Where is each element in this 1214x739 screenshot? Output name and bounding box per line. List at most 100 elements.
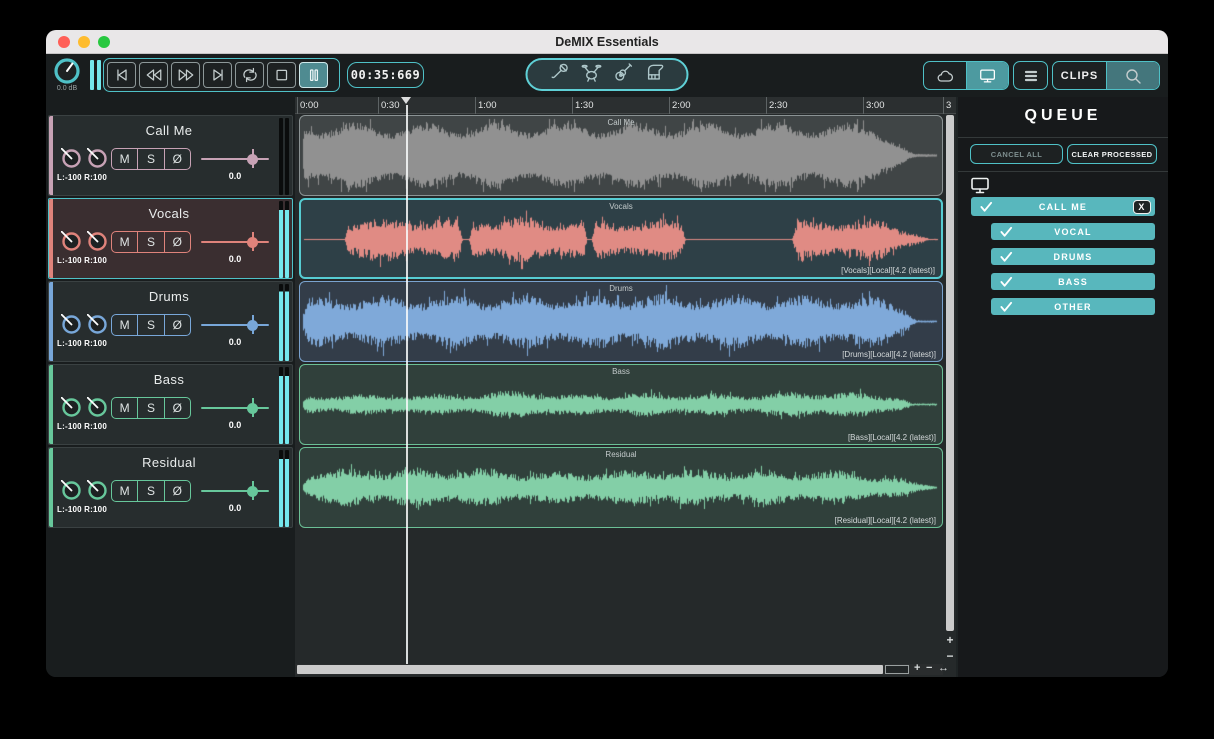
- clip-title: Vocals: [609, 202, 633, 211]
- mute-button[interactable]: M: [112, 315, 137, 335]
- clear-processed-button[interactable]: CLEAR PROCESSED: [1067, 144, 1157, 164]
- microphone-icon: [548, 61, 570, 88]
- volume-slider[interactable]: [201, 398, 269, 417]
- pan-left-knob[interactable]: [60, 396, 82, 418]
- phase-button[interactable]: Ø: [163, 315, 190, 335]
- audio-clip-bass[interactable]: Bass [Bass][Local][4.2 (latest)]: [299, 364, 943, 445]
- track-header-vocals[interactable]: Vocals M S Ø L:-100 R:100 0.0: [48, 198, 293, 279]
- volume-slider[interactable]: [201, 315, 269, 334]
- volume-slider[interactable]: [201, 481, 269, 500]
- transport-skip-start-button[interactable]: [107, 62, 136, 88]
- volume-slider[interactable]: [201, 149, 269, 168]
- time-ruler[interactable]: 0:00 0:30 1:00 1:30 2:00 2:30 3:00 3: [295, 97, 956, 114]
- audio-clip-residual[interactable]: Residual [Residual][Local][4.2 (latest)]: [299, 447, 943, 528]
- v-zoom-out-button[interactable]: −: [943, 649, 957, 663]
- pan-left-knob[interactable]: [60, 147, 82, 169]
- volume-slider[interactable]: [201, 232, 269, 251]
- transport-pause-button[interactable]: [299, 62, 328, 88]
- h-zoom-in-button[interactable]: +: [914, 662, 920, 674]
- drums-icon: [580, 61, 602, 88]
- pan-left-knob[interactable]: [60, 479, 82, 501]
- mute-button[interactable]: M: [112, 481, 137, 501]
- transport-skip-end-button[interactable]: [203, 62, 232, 88]
- pan-right-knob[interactable]: [86, 147, 108, 169]
- solo-button[interactable]: S: [137, 481, 163, 501]
- solo-button[interactable]: S: [137, 232, 163, 252]
- track-level-meters: [279, 118, 289, 195]
- pan-right-knob[interactable]: [86, 396, 108, 418]
- window-title: DeMIX Essentials: [555, 35, 659, 49]
- pan-right-knob[interactable]: [86, 479, 108, 501]
- volume-slider-thumb[interactable]: [247, 485, 258, 497]
- phase-button[interactable]: Ø: [163, 398, 190, 418]
- horizontal-scrollbar[interactable]: + − ↔: [295, 662, 949, 675]
- queue-stem-other[interactable]: OTHER: [991, 298, 1155, 315]
- transport-stop-button[interactable]: [267, 62, 296, 88]
- volume-slider-thumb[interactable]: [247, 402, 258, 414]
- mute-button[interactable]: M: [112, 398, 137, 418]
- volume-slider-thumb[interactable]: [247, 153, 258, 165]
- mute-button[interactable]: M: [112, 149, 137, 169]
- track-header-drums[interactable]: Drums M S Ø L:-100 R:100 0.0: [48, 281, 293, 362]
- ruler-tick: 3: [943, 97, 951, 114]
- ruler-tick: 2:30: [766, 97, 788, 114]
- volume-slider-thumb[interactable]: [247, 236, 258, 248]
- transport-fast-forward-button[interactable]: [171, 62, 200, 88]
- transport-loop-button[interactable]: [235, 62, 264, 88]
- audio-clip-vocals[interactable]: Vocals [Vocals][Local][4.2 (latest)]: [299, 198, 943, 279]
- playhead-line[interactable]: [406, 105, 408, 664]
- computer-icon: [979, 68, 995, 83]
- phase-button[interactable]: Ø: [163, 149, 190, 169]
- transport-rewind-button[interactable]: [139, 62, 168, 88]
- search-button[interactable]: [1106, 62, 1159, 89]
- pan-right-knob[interactable]: [86, 230, 108, 252]
- queue-stem-bass[interactable]: BASS: [991, 273, 1155, 290]
- phase-button[interactable]: Ø: [163, 232, 190, 252]
- v-zoom-in-button[interactable]: +: [943, 633, 957, 647]
- clip-title: Bass: [612, 367, 630, 376]
- pan-range-label: L:-100 R:100: [57, 339, 107, 348]
- mute-button[interactable]: M: [112, 232, 137, 252]
- check-icon: [1000, 301, 1013, 312]
- playhead-marker[interactable]: [401, 97, 411, 104]
- h-zoom-out-button[interactable]: −: [926, 662, 932, 674]
- zoom-range-box[interactable]: [885, 665, 909, 674]
- stem-selector-button[interactable]: [525, 58, 689, 91]
- track-header-call-me[interactable]: Call Me M S Ø L:-100 R:100 0.0: [48, 115, 293, 196]
- audio-clip-call-me[interactable]: Call Me: [299, 115, 943, 196]
- track-header-residual[interactable]: Residual M S Ø L:-100 R:100 0.0: [48, 447, 293, 528]
- solo-button[interactable]: S: [137, 398, 163, 418]
- toolbar: 0.0 dB 00:35:669 CLIPS: [46, 54, 1168, 97]
- audio-clip-drums[interactable]: Drums [Drums][Local][4.2 (latest)]: [299, 281, 943, 362]
- clips-button[interactable]: CLIPS: [1053, 62, 1106, 89]
- horizontal-scrollbar-thumb[interactable]: [297, 665, 883, 674]
- queue-stem-drums[interactable]: DRUMS: [991, 248, 1155, 265]
- cancel-all-button[interactable]: CANCEL ALL: [970, 144, 1063, 164]
- queue-job-row[interactable]: CALL ME X: [971, 197, 1155, 216]
- mute-solo-phase-group: MSØ: [111, 397, 191, 419]
- vertical-scrollbar[interactable]: [946, 115, 954, 649]
- cloud-source-button[interactable]: [924, 62, 966, 89]
- queue-stem-label: OTHER: [1054, 301, 1092, 312]
- master-volume-knob[interactable]: [53, 57, 81, 85]
- pan-left-knob[interactable]: [60, 313, 82, 335]
- h-zoom-fit-button[interactable]: ↔: [938, 662, 949, 674]
- time-display[interactable]: 00:35:669: [347, 62, 424, 88]
- solo-button[interactable]: S: [137, 315, 163, 335]
- remove-job-button[interactable]: X: [1133, 199, 1151, 214]
- pan-range-label: L:-100 R:100: [57, 173, 107, 182]
- track-header-bass[interactable]: Bass M S Ø L:-100 R:100 0.0: [48, 364, 293, 445]
- solo-button[interactable]: S: [137, 149, 163, 169]
- ruler-tick-label: 2:00: [672, 100, 691, 111]
- menu-icon[interactable]: [1014, 62, 1047, 89]
- pan-right-knob[interactable]: [86, 313, 108, 335]
- master-gain-label: 0.0 dB: [56, 85, 78, 92]
- pan-left-knob[interactable]: [60, 230, 82, 252]
- vertical-scrollbar-thumb[interactable]: [946, 115, 954, 631]
- queue-stem-vocal[interactable]: VOCAL: [991, 223, 1155, 240]
- source-toggle: [923, 61, 1009, 90]
- queue-panel: QUEUE CANCEL ALL CLEAR PROCESSED CALL ME…: [958, 97, 1168, 677]
- computer-source-button[interactable]: [966, 62, 1008, 89]
- volume-slider-thumb[interactable]: [247, 319, 258, 331]
- phase-button[interactable]: Ø: [163, 481, 190, 501]
